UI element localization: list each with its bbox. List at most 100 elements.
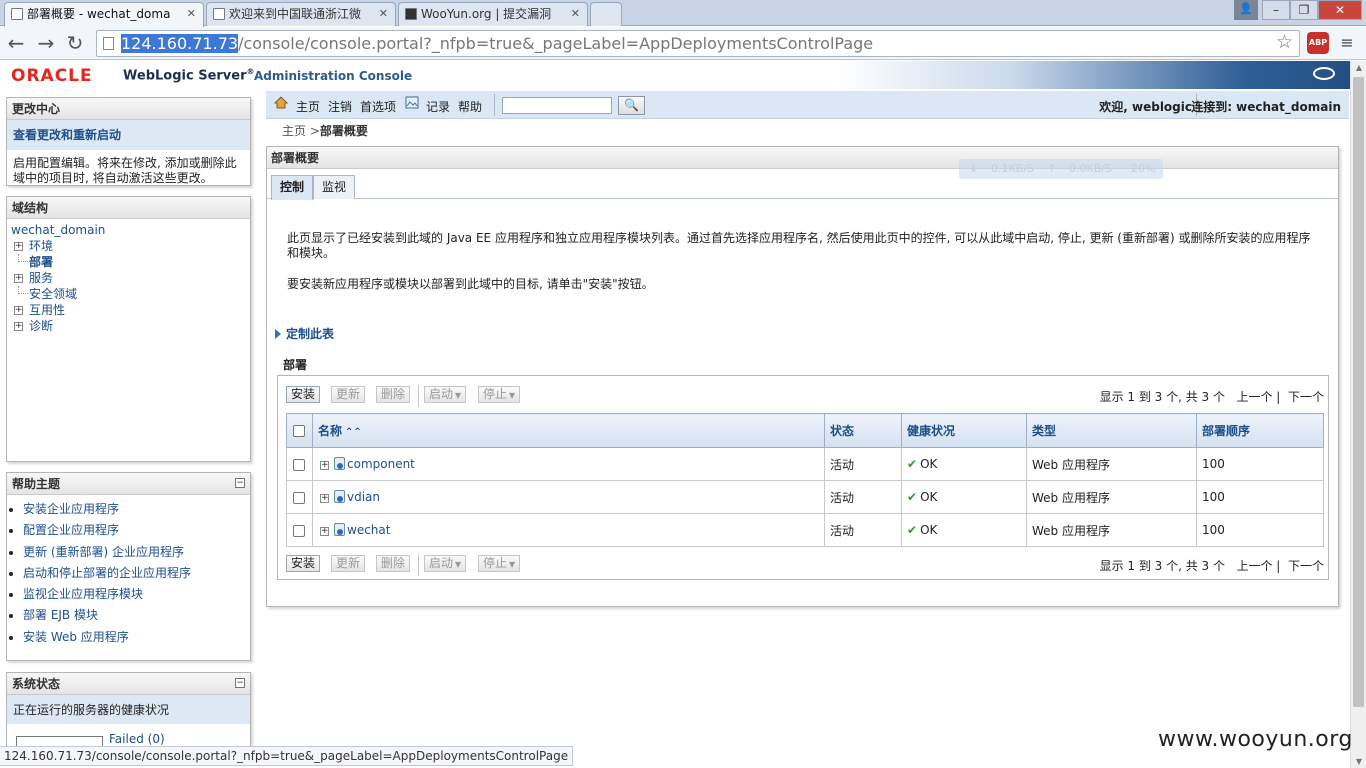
- expand-icon[interactable]: +: [320, 461, 329, 470]
- view-changes-link[interactable]: 查看更改和重新启动: [7, 120, 250, 150]
- column-health[interactable]: 健康状况: [901, 413, 1027, 448]
- minimize-icon[interactable]: –: [1262, 0, 1290, 20]
- type-cell: Web 应用程序: [1026, 447, 1197, 481]
- address-bar[interactable]: 124.160.71.73/console/console.portal?_nf…: [96, 30, 1300, 57]
- restore-icon[interactable]: ❐: [1290, 0, 1318, 20]
- menu-icon[interactable]: ≡: [1338, 34, 1356, 52]
- chevron-down-icon: ▼: [509, 560, 516, 569]
- download-arrow-icon: ↓: [969, 162, 979, 175]
- pager-prev[interactable]: 上一个: [1236, 390, 1272, 404]
- new-tab-button[interactable]: [590, 2, 622, 26]
- pager-bottom: 显示 1 到 3 个, 共 3 个 上一个 | 下一个: [1099, 559, 1324, 573]
- pager-next[interactable]: 下一个: [1288, 390, 1324, 404]
- collapse-icon[interactable]: −: [235, 478, 245, 488]
- tree-node-environment[interactable]: + 环境: [11, 238, 246, 254]
- select-all-checkbox[interactable]: [286, 413, 313, 448]
- help-link[interactable]: 安装 Web 应用程序: [23, 627, 246, 648]
- connected-domain: 连接到: wechat_domain: [1191, 100, 1341, 114]
- tree-node-security-realms[interactable]: 安全领域: [11, 286, 246, 302]
- help-link[interactable]: 帮助: [458, 98, 482, 115]
- speed-percent: 20%: [1131, 162, 1156, 175]
- stop-dropdown[interactable]: 停止 ▼: [478, 555, 521, 572]
- expand-icon[interactable]: +: [320, 527, 329, 536]
- row-checkbox[interactable]: [286, 513, 313, 547]
- page-scrollbar[interactable]: ▲ ▼: [1350, 61, 1366, 768]
- domain-structure-panel: 域结构 wechat_domain + 环境 部署 + 服务 安全领域 + 互用性 +…: [6, 196, 251, 462]
- help-link[interactable]: 监视企业应用程序模块: [23, 584, 246, 605]
- start-dropdown[interactable]: 启动 ▼: [424, 555, 467, 572]
- update-button[interactable]: 更新: [331, 386, 366, 403]
- record-link[interactable]: 记录: [426, 98, 450, 115]
- page-icon: [103, 37, 114, 50]
- console-name: Administration Console: [254, 69, 413, 83]
- help-link[interactable]: 配置企业应用程序: [23, 520, 246, 541]
- breadcrumb-home[interactable]: 主页: [282, 124, 306, 138]
- column-type[interactable]: 类型: [1026, 413, 1197, 448]
- close-icon[interactable]: ✕: [571, 3, 580, 25]
- search-button[interactable]: 🔍: [618, 96, 645, 115]
- help-link[interactable]: 更新 (重新部署) 企业应用程序: [23, 542, 246, 563]
- panel-title: 更改中心: [7, 98, 250, 120]
- logout-link[interactable]: 注销: [328, 98, 352, 115]
- row-checkbox[interactable]: [286, 447, 313, 481]
- help-link[interactable]: 启动和停止部署的企业应用程序: [23, 563, 246, 584]
- back-icon[interactable]: ←: [5, 32, 27, 54]
- start-dropdown[interactable]: 启动 ▼: [424, 386, 467, 403]
- column-state[interactable]: 状态: [824, 413, 902, 448]
- tree-node-services[interactable]: + 服务: [11, 270, 246, 286]
- failed-count-link[interactable]: Failed (0): [109, 732, 165, 746]
- column-name[interactable]: 名称 ⌃⌃: [312, 413, 825, 448]
- tab-monitoring[interactable]: 监视: [313, 175, 356, 199]
- tree-node-deployments[interactable]: 部署: [11, 254, 246, 270]
- tree-root-domain[interactable]: wechat_domain: [11, 222, 246, 238]
- app-link[interactable]: wechat: [347, 523, 390, 537]
- stop-dropdown[interactable]: 停止 ▼: [478, 386, 521, 403]
- customize-table-link[interactable]: 定制此表: [275, 325, 334, 342]
- tree-node-interoperability[interactable]: + 互用性: [11, 302, 246, 318]
- delete-button[interactable]: 删除: [376, 555, 411, 572]
- collapse-icon[interactable]: −: [235, 678, 245, 688]
- home-link[interactable]: 主页: [296, 98, 320, 115]
- tree-node-diagnostics[interactable]: + 诊断: [11, 318, 246, 334]
- install-button[interactable]: 安装: [286, 386, 321, 403]
- app-link[interactable]: component: [347, 457, 415, 471]
- reload-icon[interactable]: ↻: [64, 32, 86, 54]
- help-link[interactable]: 安装企业应用程序: [23, 499, 246, 520]
- close-window-icon[interactable]: ✕: [1318, 0, 1362, 20]
- browser-tab[interactable]: WooYun.org | 提交漏洞 ✕: [398, 2, 588, 26]
- pager-summary: 显示 1 到 3 个, 共 3 个: [1099, 390, 1225, 404]
- system-status-subtitle: 正在运行的服务器的健康状况: [7, 695, 250, 724]
- column-order[interactable]: 部署顺序: [1196, 413, 1324, 448]
- expand-icon[interactable]: +: [320, 494, 329, 503]
- expand-icon: +: [14, 273, 23, 283]
- tab-strip: 控制 监视: [267, 169, 1338, 200]
- tab-control[interactable]: 控制: [271, 175, 314, 200]
- preferences-link[interactable]: 首选项: [360, 98, 396, 115]
- search-input[interactable]: [502, 97, 612, 114]
- scroll-down-icon[interactable]: ▼: [1354, 757, 1364, 766]
- scrollbar-thumb[interactable]: [1353, 77, 1364, 707]
- url-path: /console/console.portal?_nfpb=true&_page…: [238, 34, 874, 53]
- watermark: www.wooyun.org: [1158, 727, 1353, 752]
- panel-title: 帮助主题 −: [7, 473, 250, 495]
- row-checkbox[interactable]: [286, 480, 313, 514]
- close-icon[interactable]: ✕: [379, 3, 388, 25]
- forward-icon[interactable]: →: [35, 32, 57, 54]
- deployments-summary-panel: 部署概要 控制 监视 ↓ 0.1KB/S ↑ 0.0KB/S 20% 此页显示了…: [266, 146, 1339, 607]
- pager-prev[interactable]: 上一个: [1236, 559, 1272, 573]
- order-cell: 100: [1196, 513, 1324, 547]
- app-link[interactable]: vdian: [347, 490, 380, 504]
- bookmark-star-icon[interactable]: ☆: [1276, 32, 1293, 52]
- browser-tab-active[interactable]: 部署概要 - wechat_doma ✕: [4, 2, 204, 27]
- welcome-user: 欢迎, weblogic: [1099, 100, 1192, 114]
- adblock-icon[interactable]: ABP: [1307, 32, 1329, 54]
- install-button[interactable]: 安装: [286, 555, 321, 572]
- delete-button[interactable]: 删除: [376, 386, 411, 403]
- browser-tab[interactable]: 欢迎来到中国联通浙江微 ✕: [206, 2, 396, 26]
- close-icon[interactable]: ✕: [187, 3, 196, 25]
- user-icon[interactable]: 👤: [1234, 0, 1258, 20]
- scroll-up-icon[interactable]: ▲: [1354, 63, 1364, 72]
- update-button[interactable]: 更新: [331, 555, 366, 572]
- help-link[interactable]: 部署 EJB 模块: [23, 605, 246, 626]
- pager-next[interactable]: 下一个: [1288, 559, 1324, 573]
